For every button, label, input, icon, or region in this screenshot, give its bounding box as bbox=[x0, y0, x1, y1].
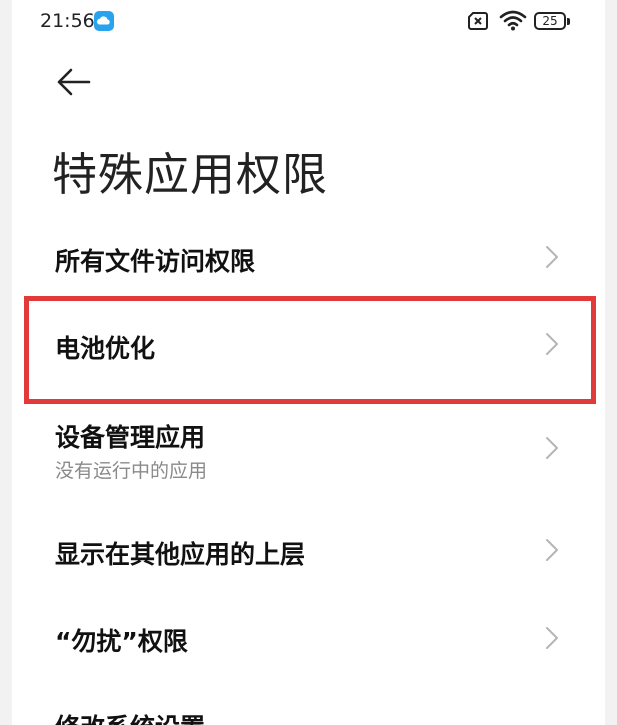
list-item-modify-system-settings[interactable]: 修改系统设置 bbox=[12, 682, 605, 725]
back-button[interactable] bbox=[52, 62, 96, 102]
wifi-icon bbox=[499, 9, 527, 31]
battery-level: 25 bbox=[534, 12, 566, 30]
battery-tip bbox=[567, 18, 570, 25]
highlight-box bbox=[24, 296, 596, 404]
chevron-right-icon bbox=[544, 537, 560, 563]
item-label: 设备管理应用 bbox=[55, 423, 206, 452]
item-label: “勿扰”权限 bbox=[55, 627, 188, 656]
chevron-right-icon bbox=[544, 625, 560, 651]
cloud-icon bbox=[94, 11, 114, 31]
battery-icon: 25 bbox=[534, 11, 570, 31]
status-bar: 21:56 25 bbox=[12, 0, 605, 44]
item-label: 修改系统设置 bbox=[55, 708, 205, 725]
list-item-do-not-disturb-access[interactable]: “勿扰”权限 bbox=[12, 594, 605, 682]
back-arrow-icon bbox=[57, 68, 91, 96]
list-item-display-over-other-apps[interactable]: 显示在其他应用的上层 bbox=[12, 506, 605, 594]
status-time: 21:56 bbox=[40, 10, 95, 32]
phone-screen: 21:56 25 特殊应用权限 所有文件访问权限 电池优化 设备管理应用 没有运… bbox=[12, 0, 605, 725]
no-sim-icon bbox=[467, 11, 489, 31]
chevron-right-icon bbox=[544, 435, 560, 461]
item-label: 显示在其他应用的上层 bbox=[55, 540, 306, 569]
item-label: 所有文件访问权限 bbox=[55, 247, 256, 276]
chevron-right-icon bbox=[544, 244, 560, 270]
item-subtitle: 没有运行中的应用 bbox=[55, 460, 208, 482]
list-item-all-files-access[interactable]: 所有文件访问权限 bbox=[12, 216, 605, 300]
page-title: 特殊应用权限 bbox=[52, 148, 329, 201]
list-item-device-admin-apps[interactable]: 设备管理应用 没有运行中的应用 bbox=[12, 404, 605, 504]
